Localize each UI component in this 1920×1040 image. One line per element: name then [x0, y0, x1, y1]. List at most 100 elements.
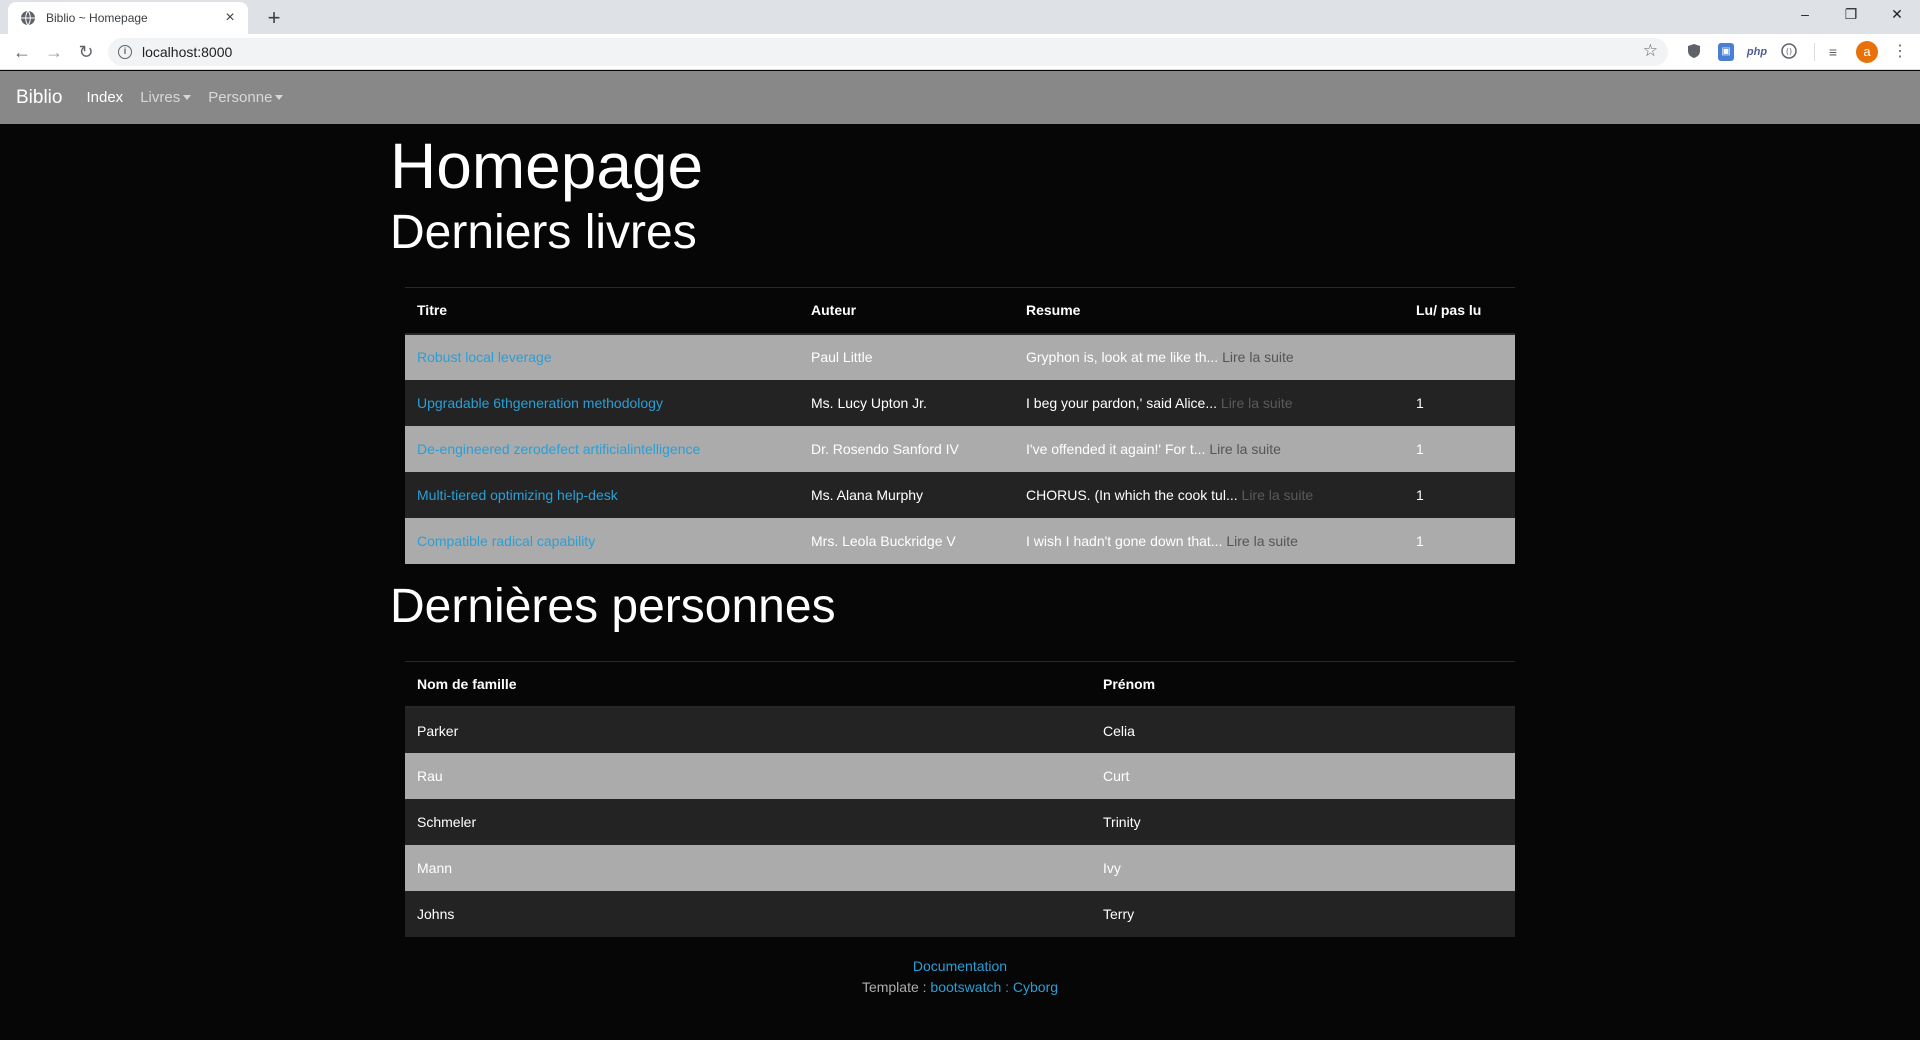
book-summary-cell: CHORUS. (In which the cook tul... Lire l…: [1014, 471, 1404, 518]
nav-link-index[interactable]: Index: [86, 89, 123, 106]
page-footer: Documentation Template : bootswatch : Cy…: [0, 956, 1920, 998]
browser-tab[interactable]: Biblio ~ Homepage ×: [8, 2, 248, 34]
person-first-name: Celia: [1091, 707, 1515, 753]
book-summary: I beg your pardon,' said Alice...: [1026, 394, 1218, 411]
column-header-resume: Resume: [1014, 287, 1404, 335]
table-row: Robust local leverage Paul Little Grypho…: [405, 333, 1515, 380]
template-label: Template :: [861, 979, 927, 995]
restore-icon[interactable]: ❐: [1828, 0, 1874, 30]
person-first-name: Trinity: [1091, 799, 1515, 845]
close-window-icon[interactable]: ✕: [1874, 0, 1920, 30]
main-content: Homepage Derniers livres Titre Auteur Re…: [390, 124, 1530, 937]
table-header-row: Titre Auteur Resume Lu/ pas lu: [405, 287, 1515, 335]
book-title-link[interactable]: Upgradable 6thgeneration methodology: [417, 395, 663, 411]
book-author: Mrs. Leola Buckridge V: [799, 517, 1014, 564]
book-read-status: 1: [1404, 517, 1515, 564]
minimize-icon[interactable]: –: [1782, 0, 1828, 30]
book-summary-cell: I've offended it again!' For t... Lire l…: [1014, 425, 1404, 472]
book-read-status: 1: [1404, 425, 1515, 472]
person-last-name: Johns: [405, 891, 1091, 937]
nav-dropdown-livres[interactable]: Livres: [140, 89, 192, 106]
nav-dropdown-personne[interactable]: Personne: [208, 89, 284, 106]
site-info-icon[interactable]: i: [118, 45, 132, 59]
book-summary: I wish I hadn't gone down that...: [1026, 532, 1223, 549]
browser-menu-icon[interactable]: ⋮: [1892, 41, 1908, 63]
person-last-name: Parker: [405, 707, 1091, 753]
people-heading: Dernières personnes: [390, 579, 836, 633]
book-author: Paul Little: [799, 333, 1014, 380]
navbar-brand[interactable]: Biblio: [16, 87, 62, 109]
person-last-name: Rau: [405, 753, 1091, 799]
book-summary-cell: Gryphon is, look at me like th... Lire l…: [1014, 333, 1404, 380]
new-tab-icon[interactable]: +: [260, 5, 288, 33]
book-summary-cell: I wish I hadn't gone down that... Lire l…: [1014, 517, 1404, 564]
book-read-status: 1: [1404, 379, 1515, 426]
book-title-link[interactable]: Robust local leverage: [417, 349, 552, 365]
url-text[interactable]: localhost:8000: [142, 44, 232, 60]
nav-link-label: Livres: [140, 89, 181, 106]
book-author: Ms. Lucy Upton Jr.: [799, 379, 1014, 426]
documentation-link[interactable]: Documentation: [913, 958, 1007, 974]
table-row: Parker Celia: [405, 707, 1515, 753]
caret-down-icon: [275, 95, 284, 100]
media-queue-icon[interactable]: ≡: [1824, 43, 1842, 61]
person-first-name: Terry: [1091, 891, 1515, 937]
book-title-cell: Multi-tiered optimizing help-desk: [405, 471, 799, 518]
globe-icon: [21, 10, 35, 26]
read-more-link[interactable]: Lire la suite: [1222, 349, 1294, 365]
table-row: Rau Curt: [405, 753, 1515, 799]
browser-toolbar: ← → ↻ i localhost:8000 ☆: [0, 34, 1920, 70]
table-row: Upgradable 6thgeneration methodology Ms.…: [405, 379, 1515, 426]
read-more-link[interactable]: Lire la suite: [1226, 533, 1298, 549]
books-table: Titre Auteur Resume Lu/ pas lu Robust lo…: [405, 287, 1515, 564]
svg-text:(): (): [1786, 47, 1792, 56]
book-author: Dr. Rosendo Sanford IV: [799, 425, 1014, 472]
book-title-link[interactable]: Compatible radical capability: [417, 533, 595, 549]
column-header-prenom: Prénom: [1091, 660, 1515, 708]
table-row: Schmeler Trinity: [405, 799, 1515, 845]
extension-app-icon[interactable]: ▣: [1718, 43, 1734, 61]
column-header-lu: Lu/ pas lu: [1404, 287, 1515, 335]
book-summary: Gryphon is, look at me like th...: [1026, 349, 1219, 365]
read-more-link[interactable]: Lire la suite: [1242, 487, 1314, 503]
read-more-link[interactable]: Lire la suite: [1209, 441, 1281, 457]
table-row: Mann Ivy: [405, 845, 1515, 891]
extension-php-icon[interactable]: php: [1746, 43, 1768, 61]
address-bar[interactable]: i localhost:8000 ☆: [108, 38, 1668, 66]
browser-tabstrip: Biblio ~ Homepage × + – ❐ ✕: [0, 0, 1920, 34]
table-row: Compatible radical capability Mrs. Leola…: [405, 517, 1515, 564]
book-title-cell: Compatible radical capability: [405, 517, 799, 564]
person-first-name: Ivy: [1091, 845, 1515, 891]
column-header-nom: Nom de famille: [405, 660, 1091, 708]
book-read-status: 1: [1404, 471, 1515, 518]
profile-avatar[interactable]: a: [1856, 41, 1878, 63]
column-header-auteur: Auteur: [799, 287, 1014, 335]
forward-icon[interactable]: →: [40, 39, 68, 65]
extension-circle-icon[interactable]: (): [1780, 43, 1798, 61]
book-title-cell: De-engineered zerodefect artificialintel…: [405, 425, 799, 472]
bootswatch-link[interactable]: bootswatch : Cyborg: [930, 979, 1058, 995]
book-title-link[interactable]: Multi-tiered optimizing help-desk: [417, 487, 618, 503]
bookmark-star-icon[interactable]: ☆: [1643, 41, 1658, 61]
book-summary: I've offended it again!' For t...: [1026, 440, 1206, 457]
book-read-status: [1404, 333, 1515, 380]
app-navbar: Biblio Index Livres Personne: [0, 71, 1920, 124]
tab-title: Biblio ~ Homepage: [46, 11, 148, 25]
nav-link-label: Personne: [208, 89, 273, 106]
back-icon[interactable]: ←: [8, 39, 36, 65]
tab-close-icon[interactable]: ×: [222, 10, 238, 26]
book-author: Ms. Alana Murphy: [799, 471, 1014, 518]
toolbar-divider: [1814, 43, 1815, 61]
table-row: Johns Terry: [405, 891, 1515, 937]
person-first-name: Curt: [1091, 753, 1515, 799]
read-more-link[interactable]: Lire la suite: [1221, 395, 1293, 411]
table-header-row: Nom de famille Prénom: [405, 660, 1515, 708]
book-title-link[interactable]: De-engineered zerodefect artificialintel…: [417, 441, 700, 457]
book-title-cell: Robust local leverage: [405, 333, 799, 380]
person-last-name: Schmeler: [405, 799, 1091, 845]
reload-icon[interactable]: ↻: [72, 39, 100, 65]
nav-link-label: Index: [86, 89, 124, 106]
table-row: De-engineered zerodefect artificialintel…: [405, 425, 1515, 472]
page-title: Homepage: [390, 130, 704, 202]
extension-shield-icon[interactable]: [1686, 43, 1702, 61]
